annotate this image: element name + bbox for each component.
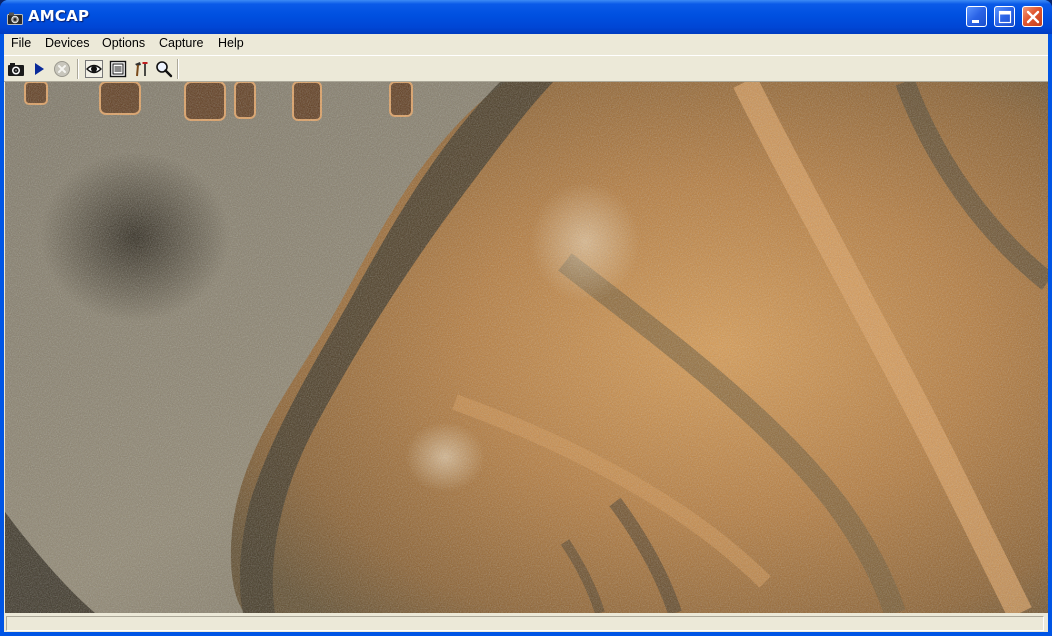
toolbar xyxy=(4,55,1048,82)
minimize-button[interactable] xyxy=(966,6,987,27)
zoom-icon xyxy=(156,61,173,78)
video-preview[interactable] xyxy=(5,82,1048,613)
menu-file[interactable]: File xyxy=(11,36,31,50)
menu-bar: File Devices Options Capture Help xyxy=(4,34,1048,54)
minimize-icon xyxy=(972,20,979,23)
toolbar-separator xyxy=(177,59,179,79)
settings-tools-icon xyxy=(135,62,148,77)
preview-eye-icon xyxy=(85,60,103,78)
maximize-button[interactable] xyxy=(994,6,1015,27)
window-title: AMCAP xyxy=(28,7,90,25)
zoom-button[interactable] xyxy=(154,59,174,79)
camera-icon xyxy=(8,63,24,76)
capture-still-button[interactable] xyxy=(6,59,26,79)
start-capture-button[interactable] xyxy=(29,59,49,79)
title-bar[interactable]: AMCAP xyxy=(0,0,1052,34)
app-window: AMCAP File Devices Options Capture Help xyxy=(0,0,1052,636)
status-bar xyxy=(4,615,1048,632)
menu-options[interactable]: Options xyxy=(102,36,145,50)
properties-button[interactable] xyxy=(108,59,128,79)
menu-capture[interactable]: Capture xyxy=(159,36,203,50)
properties-icon xyxy=(109,60,127,78)
close-icon xyxy=(1026,10,1040,24)
toolbar-separator xyxy=(77,59,79,79)
menu-devices[interactable]: Devices xyxy=(45,36,89,50)
preview-button[interactable] xyxy=(84,59,104,79)
stop-capture-button[interactable] xyxy=(52,59,72,79)
menu-help[interactable]: Help xyxy=(218,36,244,50)
client-frame: File Devices Options Capture Help xyxy=(4,34,1048,632)
coin-macro-image xyxy=(5,82,1048,613)
play-icon xyxy=(35,63,44,75)
close-button[interactable] xyxy=(1022,6,1043,27)
app-camera-icon[interactable] xyxy=(7,10,23,25)
settings-button[interactable] xyxy=(131,59,151,79)
status-text xyxy=(6,616,1044,631)
maximize-icon xyxy=(998,10,1012,24)
stop-icon xyxy=(54,61,70,77)
